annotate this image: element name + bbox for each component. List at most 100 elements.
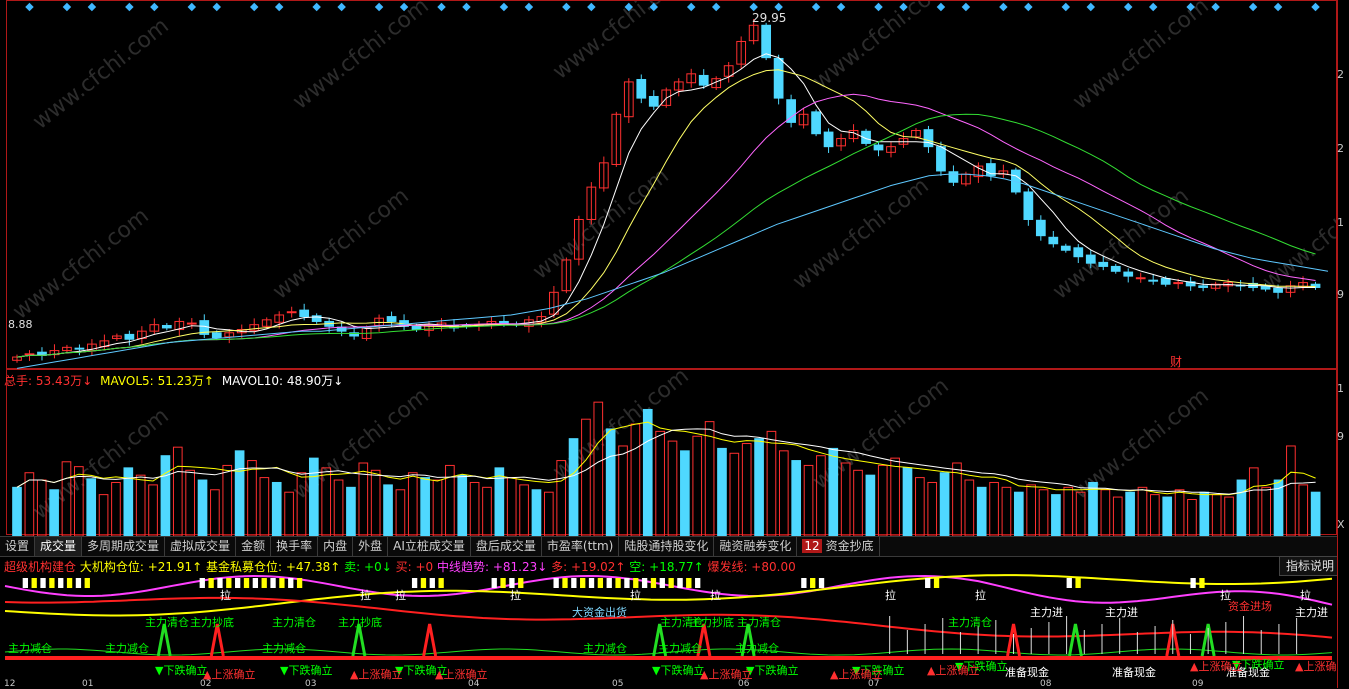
volume-bar bbox=[271, 481, 282, 537]
candle-body bbox=[948, 171, 959, 183]
tab-virtual-volume[interactable]: 虚拟成交量 bbox=[165, 537, 237, 556]
volume-bar bbox=[1248, 467, 1259, 537]
fund-position-line bbox=[4, 596, 1333, 639]
top-signal-diamond bbox=[1211, 2, 1220, 12]
position-block bbox=[571, 578, 577, 588]
candle-body bbox=[811, 111, 821, 135]
tab-pe-ttm[interactable]: 市盈率(ttm) bbox=[542, 537, 620, 556]
signal-spike bbox=[156, 623, 172, 657]
volume-bar bbox=[1026, 484, 1036, 537]
candle-body bbox=[1073, 247, 1084, 258]
volume-bar bbox=[234, 450, 245, 537]
candle-body bbox=[499, 320, 509, 324]
volume-bar bbox=[680, 450, 690, 537]
candle-body bbox=[936, 146, 946, 172]
volume-bar bbox=[1236, 479, 1247, 537]
volume-bar bbox=[407, 472, 418, 537]
candle-body bbox=[1198, 285, 1209, 288]
tab-capital-bottom[interactable]: 12 资金抄底 bbox=[797, 537, 880, 556]
volume-bar bbox=[309, 457, 319, 537]
tab-ai-volume[interactable]: AI立桩成交量 bbox=[388, 537, 471, 556]
volume-bar bbox=[1038, 489, 1049, 537]
top-signal-diamond bbox=[711, 2, 721, 12]
volume-bar-chart[interactable] bbox=[7, 370, 1338, 537]
volume-bar bbox=[111, 481, 121, 537]
candle-body bbox=[161, 324, 172, 329]
top-signal-diamond bbox=[374, 2, 384, 12]
volume-bar bbox=[531, 489, 542, 537]
volume-bar bbox=[482, 486, 492, 537]
volume-bar bbox=[667, 440, 678, 537]
position-block bbox=[429, 578, 435, 588]
top-signal-diamond bbox=[125, 2, 134, 12]
position-block bbox=[411, 578, 418, 588]
volume-bar bbox=[976, 486, 987, 537]
position-block bbox=[588, 578, 595, 588]
volume-bar bbox=[469, 481, 480, 537]
candle-body bbox=[1060, 245, 1071, 251]
position-block bbox=[633, 578, 639, 588]
volume-bar bbox=[877, 464, 888, 537]
volume-bar bbox=[840, 462, 851, 537]
tab-settings[interactable]: 设置 bbox=[0, 537, 36, 556]
volume-bar bbox=[568, 438, 579, 537]
tab-outer-volume[interactable]: 外盘 bbox=[353, 537, 389, 556]
candle-body bbox=[74, 347, 85, 350]
candle-body bbox=[1160, 278, 1171, 285]
volume-bar bbox=[581, 418, 591, 537]
top-signal-diamond bbox=[1061, 2, 1071, 12]
tab-turnover[interactable]: 换手率 bbox=[271, 537, 319, 556]
high-price-label: 29.95 bbox=[752, 11, 787, 25]
top-signal-diamond bbox=[1024, 2, 1033, 12]
position-block bbox=[296, 578, 303, 588]
candlestick-chart[interactable] bbox=[7, 1, 1338, 370]
position-block bbox=[270, 578, 276, 588]
indicator-help-button[interactable]: 指标说明 bbox=[1278, 556, 1341, 576]
volume-bar bbox=[1150, 494, 1160, 537]
volume-bar bbox=[630, 423, 641, 537]
position-block bbox=[677, 578, 683, 588]
tab-margin-change[interactable]: 融资融券变化 bbox=[714, 537, 798, 556]
position-block bbox=[810, 578, 816, 588]
volume-bar bbox=[36, 479, 47, 537]
tab-volume[interactable]: 成交量 bbox=[35, 537, 83, 556]
top-signal-diamond bbox=[212, 2, 222, 12]
signal-spike bbox=[1067, 623, 1083, 657]
volume-bar bbox=[1125, 491, 1135, 537]
candle-body bbox=[386, 316, 397, 322]
financial-report-badge[interactable]: 财 bbox=[1170, 353, 1182, 370]
position-block bbox=[1075, 578, 1081, 588]
candle-body bbox=[411, 325, 422, 331]
volume-bar bbox=[259, 477, 270, 537]
ind-legend-0: 超级机构建仓 bbox=[4, 560, 77, 574]
position-block bbox=[66, 578, 73, 588]
volume-bar bbox=[952, 462, 962, 537]
position-block bbox=[199, 578, 205, 588]
volume-bar bbox=[222, 464, 233, 537]
candle-body bbox=[186, 322, 197, 325]
volume-chart-pane[interactable] bbox=[6, 369, 1338, 537]
position-block bbox=[925, 578, 931, 588]
top-signal-diamond bbox=[274, 2, 284, 12]
volume-bar bbox=[383, 484, 393, 537]
position-block bbox=[208, 578, 214, 588]
volume-bar bbox=[692, 435, 703, 537]
candle-body bbox=[636, 78, 647, 99]
volume-bar bbox=[1174, 489, 1185, 537]
position-block bbox=[288, 578, 294, 588]
tab-northbound-holding[interactable]: 陆股通持股变化 bbox=[619, 537, 715, 556]
position-block bbox=[420, 578, 427, 588]
top-signal-diamond bbox=[774, 2, 783, 12]
volume-bar bbox=[766, 430, 777, 537]
tab-multi-period-volume[interactable]: 多周期成交量 bbox=[82, 537, 166, 556]
ma20-line bbox=[16, 93, 1316, 358]
signal-spike bbox=[351, 623, 367, 657]
tab-inner-volume[interactable]: 内盘 bbox=[318, 537, 354, 556]
volume-bar bbox=[61, 461, 72, 537]
position-block bbox=[58, 578, 64, 588]
tab-amount[interactable]: 金额 bbox=[236, 537, 272, 556]
tab-after-hours-volume[interactable]: 盘后成交量 bbox=[471, 537, 542, 556]
ind-legend-1: 大机构仓位: +21.91↑ bbox=[79, 560, 203, 574]
price-chart-pane[interactable] bbox=[6, 0, 1337, 369]
top-signal-diamond bbox=[874, 2, 883, 12]
